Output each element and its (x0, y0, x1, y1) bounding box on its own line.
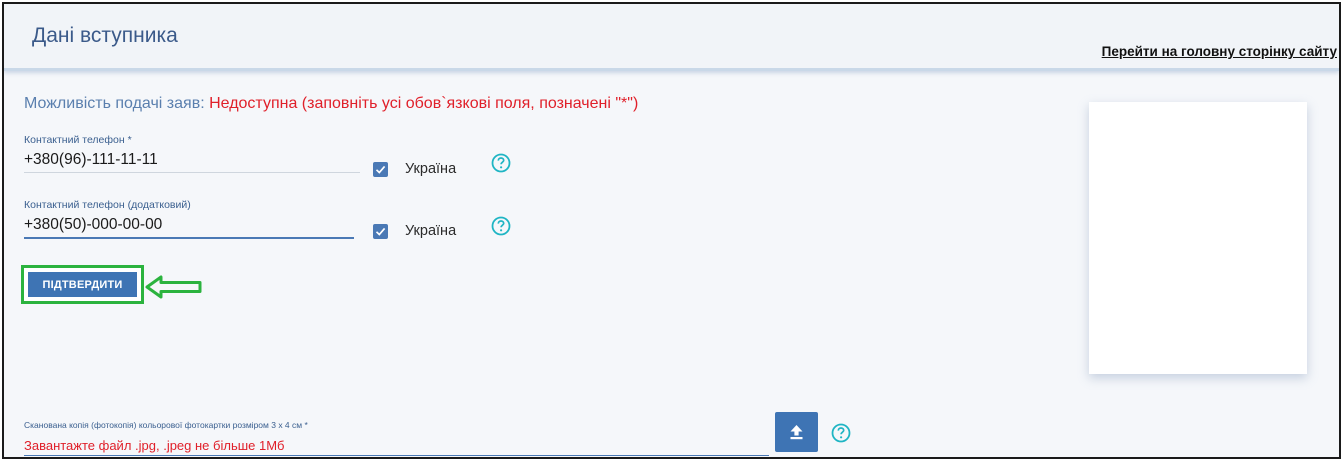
page-title: Дані вступника (32, 24, 178, 47)
phone-extra-country-checkbox[interactable] (373, 224, 388, 239)
phone-extra-label: Контактний телефон (додатковий) (24, 199, 191, 211)
phone-main-input[interactable] (24, 151, 360, 173)
check-icon (375, 227, 386, 236)
photo-upload-underline (24, 455, 769, 456)
applicant-data-panel: Дані вступника Перейти на головну сторін… (2, 2, 1341, 459)
status-label: Можливість подачі заяв: (24, 95, 205, 112)
phone-extra-country-label: Україна (405, 223, 457, 239)
phone-extra-input[interactable] (24, 216, 354, 239)
confirm-button[interactable]: ПІДТВЕРДИТИ (28, 272, 137, 297)
question-circle-icon[interactable] (830, 422, 852, 444)
question-circle-icon[interactable] (490, 215, 512, 237)
photo-upload-hint: Завантажте файл .jpg, .jpeg не більше 1М… (24, 438, 285, 453)
phone-main-country-checkbox[interactable] (373, 162, 388, 177)
page-header: Дані вступника Перейти на головну сторін… (4, 4, 1339, 71)
application-status: Можливість подачі заяв: Недоступна (запо… (24, 95, 638, 113)
question-circle-icon[interactable] (490, 152, 512, 174)
left-arrow-icon (145, 275, 202, 299)
phone-main-country-label: Україна (405, 161, 457, 177)
check-icon (375, 165, 386, 174)
upload-button[interactable] (775, 412, 818, 452)
upload-arrow-icon (790, 425, 803, 440)
phone-main-label: Контактний телефон * (24, 134, 132, 146)
photo-preview (1089, 102, 1307, 374)
photo-upload-label: Сканована копія (фотокопія) кольорової ф… (24, 420, 308, 430)
status-value: Недоступна (заповніть усі обов`язкові по… (209, 95, 639, 112)
confirm-button-highlight: ПІДТВЕРДИТИ (21, 265, 144, 304)
home-page-link[interactable]: Перейти на головну сторінку сайту (1102, 44, 1337, 59)
